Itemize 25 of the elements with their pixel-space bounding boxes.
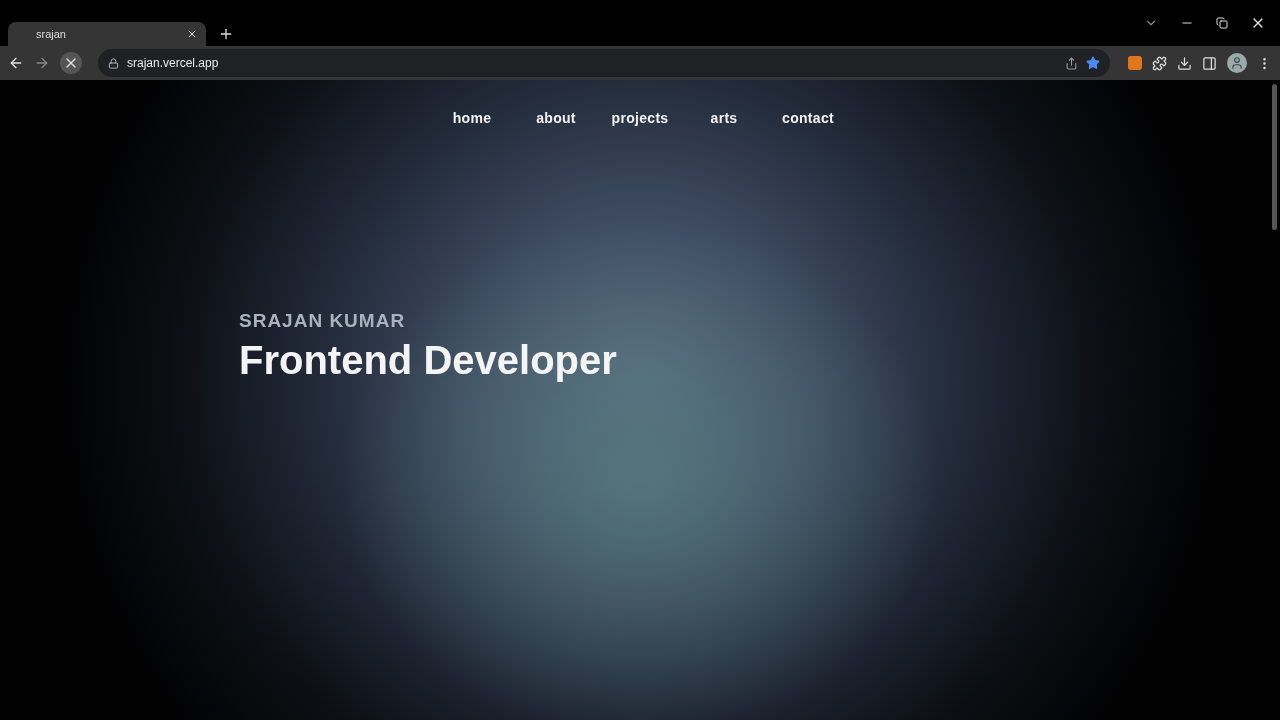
puzzle-icon[interactable]: [1152, 55, 1167, 71]
hero-title: Frontend Developer: [239, 338, 617, 383]
nav-link[interactable]: about: [536, 110, 576, 126]
nav-link[interactable]: contact: [782, 110, 834, 126]
avatar-icon[interactable]: [1227, 53, 1247, 73]
scrollbar-thumb[interactable]: [1272, 84, 1277, 230]
nav-link[interactable]: arts: [710, 110, 738, 126]
address-bar[interactable]: srajan.vercel.app: [98, 49, 1110, 77]
back-icon[interactable]: [8, 55, 24, 71]
lock-icon: [108, 57, 119, 69]
url-text: srajan.vercel.app: [127, 56, 219, 70]
new-tab-icon[interactable]: [218, 26, 234, 42]
browser-tab[interactable]: srajan: [8, 22, 206, 46]
download-icon[interactable]: [1177, 55, 1192, 71]
forward-icon[interactable]: [34, 55, 50, 71]
hero-name: SRAJAN KUMAR: [239, 310, 407, 332]
nav-link[interactable]: projects: [611, 110, 669, 126]
star-icon[interactable]: [1086, 56, 1100, 70]
stop-loading-button[interactable]: [60, 52, 82, 74]
share-icon[interactable]: [1065, 56, 1078, 70]
tab-title: srajan: [36, 28, 66, 40]
side-panel-icon[interactable]: [1202, 55, 1217, 71]
restore-icon[interactable]: [1216, 17, 1228, 29]
nav-link[interactable]: home: [452, 110, 492, 126]
close-icon[interactable]: [186, 28, 198, 40]
